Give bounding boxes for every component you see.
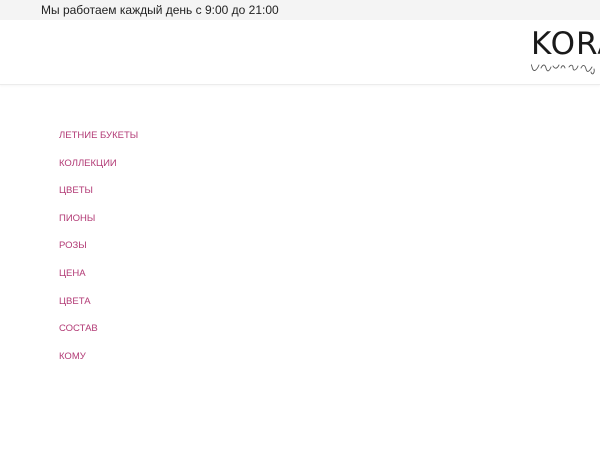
menu-item-summer-bouquets[interactable]: ЛЕТНИЕ БУКЕТЫ xyxy=(59,130,138,158)
top-info-bar: Мы работаем каждый день с 9:00 до 21:00 xyxy=(0,0,600,20)
menu-item-recipient[interactable]: КОМУ xyxy=(59,351,138,379)
menu-item-collections[interactable]: КОЛЛЕКЦИИ xyxy=(59,158,138,186)
site-header: KORA xyxy=(0,20,600,85)
menu-item-roses[interactable]: РОЗЫ xyxy=(59,240,138,268)
working-hours-text: Мы работаем каждый день с 9:00 до 21:00 xyxy=(41,3,279,17)
logo-script-icon xyxy=(531,63,595,75)
logo-wordmark: KORA xyxy=(531,26,600,62)
kora-logo-icon[interactable]: KORA xyxy=(531,26,600,84)
menu-item-composition[interactable]: СОСТАВ xyxy=(59,323,138,351)
menu-item-peonies[interactable]: ПИОНЫ xyxy=(59,213,138,241)
menu-item-colors[interactable]: ЦВЕТА xyxy=(59,296,138,324)
menu-item-price[interactable]: ЦЕНА xyxy=(59,268,138,296)
category-menu: ЛЕТНИЕ БУКЕТЫ КОЛЛЕКЦИИ ЦВЕТЫ ПИОНЫ РОЗЫ… xyxy=(59,130,138,378)
menu-item-flowers[interactable]: ЦВЕТЫ xyxy=(59,185,138,213)
